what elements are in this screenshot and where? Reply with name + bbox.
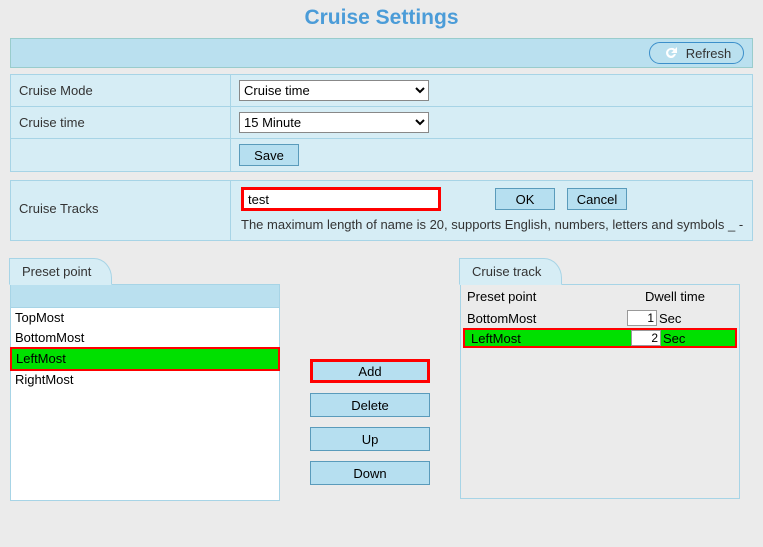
refresh-bar: Refresh — [10, 38, 753, 68]
track-row-preset: BottomMost — [467, 311, 617, 326]
cruise-time-select[interactable]: 15 Minute — [239, 112, 429, 133]
track-row-unit: Sec — [661, 331, 729, 346]
preset-list: TopMost BottomMost LeftMost RightMost — [11, 307, 279, 500]
cancel-button[interactable]: Cancel — [567, 188, 627, 210]
col-preset-point: Preset point — [467, 289, 617, 304]
track-name-input[interactable] — [241, 187, 441, 211]
preset-item[interactable]: BottomMost — [11, 328, 279, 348]
cruise-tracks-panel: Cruise Tracks OK Cancel The maximum leng… — [10, 180, 753, 241]
track-row[interactable]: BottomMost Sec — [461, 308, 739, 328]
refresh-button[interactable]: Refresh — [649, 42, 744, 64]
cruise-track-list: BottomMost Sec LeftMost Sec — [461, 308, 739, 498]
action-buttons: Add Delete Up Down — [300, 359, 440, 485]
track-row-dwell-input[interactable] — [631, 330, 661, 346]
preset-item[interactable]: TopMost — [11, 308, 279, 328]
settings-table: Cruise Mode Cruise time Cruise time 15 M… — [10, 74, 753, 172]
page-title: Cruise Settings — [0, 0, 763, 30]
cruise-track-tab: Cruise track — [459, 258, 562, 285]
track-row[interactable]: LeftMost Sec — [463, 328, 737, 348]
delete-button[interactable]: Delete — [310, 393, 430, 417]
cruise-track-header: Preset point Dwell time — [461, 285, 739, 308]
refresh-icon — [662, 46, 680, 60]
preset-point-tab: Preset point — [9, 258, 112, 285]
down-button[interactable]: Down — [310, 461, 430, 485]
preset-item[interactable]: RightMost — [11, 370, 279, 390]
ok-button[interactable]: OK — [495, 188, 555, 210]
refresh-label: Refresh — [686, 46, 732, 61]
track-row-preset: LeftMost — [471, 331, 621, 346]
up-button[interactable]: Up — [310, 427, 430, 451]
add-button[interactable]: Add — [310, 359, 430, 383]
cruise-track-box: Cruise track Preset point Dwell time Bot… — [460, 259, 740, 499]
track-row-dwell-input[interactable] — [627, 310, 657, 326]
cruise-mode-label: Cruise Mode — [11, 75, 231, 107]
preset-item[interactable]: LeftMost — [10, 347, 280, 371]
track-row-unit: Sec — [657, 311, 733, 326]
cruise-mode-select[interactable]: Cruise time — [239, 80, 429, 101]
col-dwell-time: Dwell time — [617, 289, 733, 304]
cruise-time-label: Cruise time — [11, 107, 231, 139]
save-button[interactable]: Save — [239, 144, 299, 166]
preset-point-box: Preset point TopMost BottomMost LeftMost… — [10, 259, 280, 501]
track-name-note: The maximum length of name is 20, suppor… — [241, 217, 744, 232]
save-row-spacer — [11, 139, 231, 172]
cruise-tracks-label: Cruise Tracks — [11, 181, 231, 240]
